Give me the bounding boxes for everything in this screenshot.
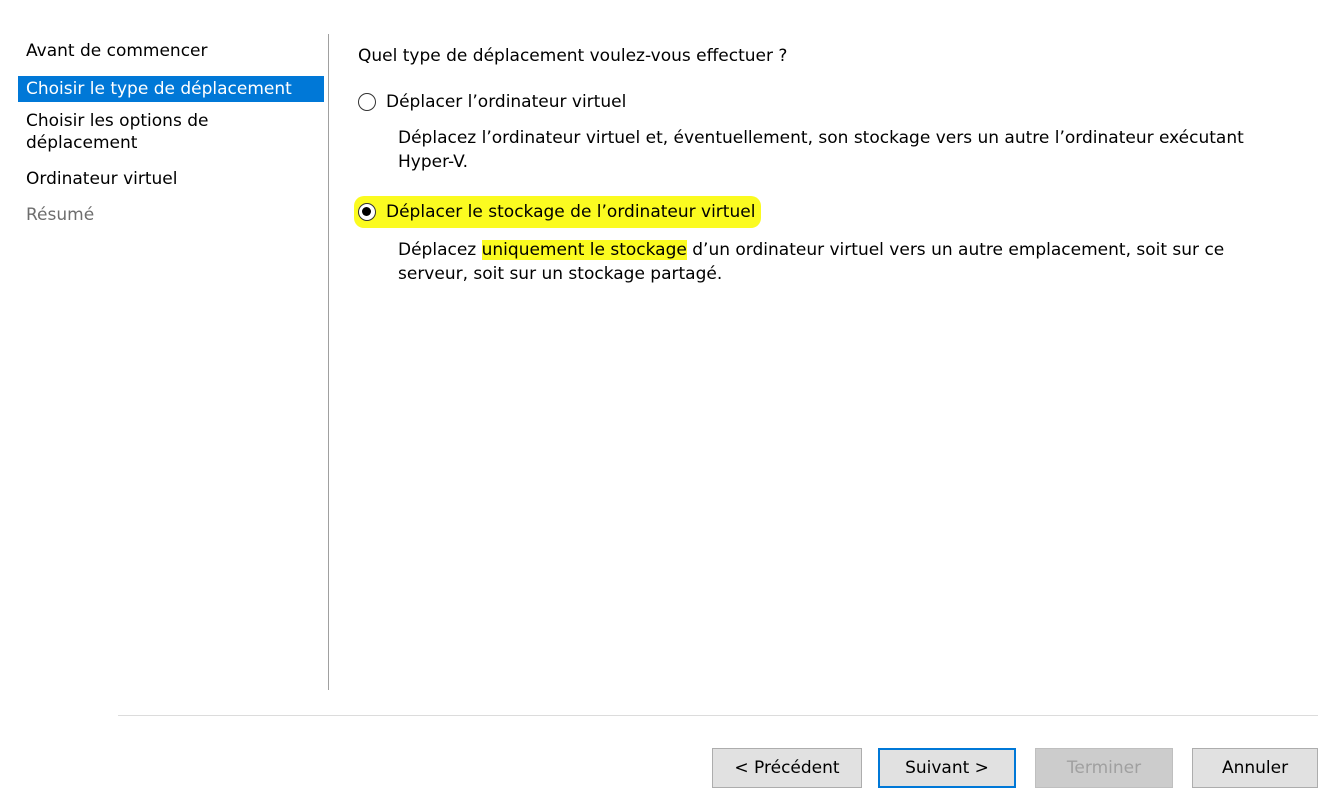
desc-part-before: Déplacez (398, 240, 482, 260)
option-move-vm: Déplacer l’ordinateur virtuel Déplacez l… (358, 88, 1298, 174)
wizard-steps: Avant de commencer Choisir le type de dé… (18, 40, 324, 240)
step-choose-move-options[interactable]: Choisir les options de déplacement (18, 110, 324, 154)
step-summary: Résumé (18, 204, 324, 226)
finish-button: Terminer (1035, 748, 1173, 788)
move-storage-description: Déplacez uniquement le stockage d’un ord… (398, 238, 1298, 286)
next-button[interactable]: Suivant > (878, 748, 1016, 788)
option-move-storage: Déplacer le stockage de l’ordinateur vir… (354, 196, 1298, 286)
move-storage-radio[interactable] (358, 203, 376, 221)
step-label: Choisir les options de déplacement (26, 111, 209, 153)
step-label: Ordinateur virtuel (26, 169, 178, 189)
move-storage-radio-row[interactable]: Déplacer le stockage de l’ordinateur vir… (354, 196, 762, 228)
previous-button[interactable]: < Précédent (712, 748, 862, 788)
step-virtual-machine[interactable]: Ordinateur virtuel (18, 168, 324, 190)
page-question: Quel type de déplacement voulez-vous eff… (358, 46, 788, 66)
move-vm-radio[interactable] (358, 93, 376, 111)
step-label: Choisir le type de déplacement (26, 79, 292, 99)
footer-divider (118, 715, 1318, 716)
move-vm-radio-row[interactable]: Déplacer l’ordinateur virtuel (358, 88, 626, 116)
move-vm-description: Déplacez l’ordinateur virtuel et, éventu… (398, 128, 1244, 172)
cancel-button[interactable]: Annuler (1192, 748, 1318, 788)
step-before-you-begin[interactable]: Avant de commencer (18, 40, 324, 62)
move-vm-label: Déplacer l’ordinateur virtuel (386, 92, 627, 112)
step-choose-move-type[interactable]: Choisir le type de déplacement (18, 76, 324, 102)
main-panel: Quel type de déplacement voulez-vous eff… (354, 44, 1298, 286)
move-storage-label: Déplacer le stockage de l’ordinateur vir… (386, 202, 756, 222)
sidebar-divider (328, 34, 329, 690)
step-label: Résumé (26, 205, 95, 225)
step-label: Avant de commencer (26, 41, 208, 61)
desc-highlighted-text: uniquement le stockage (481, 240, 687, 260)
move-wizard-window: Avant de commencer Choisir le type de dé… (0, 0, 1318, 810)
